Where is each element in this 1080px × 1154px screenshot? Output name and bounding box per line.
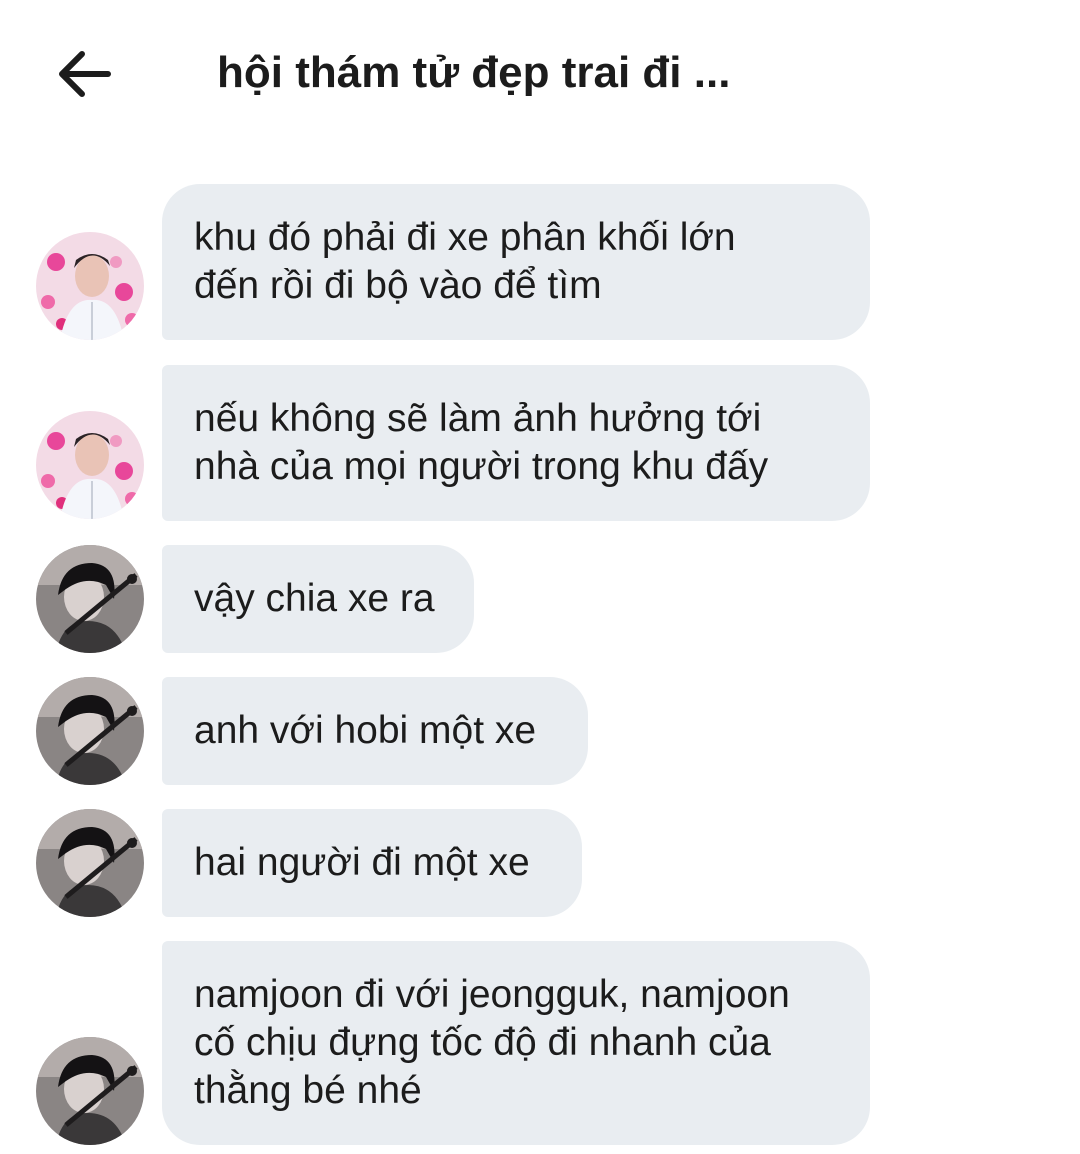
avatar[interactable] <box>36 1037 144 1145</box>
arrow-left-icon <box>59 51 111 97</box>
message-bubble[interactable]: nếu không sẽ làm ảnh hưởng tới nhà của m… <box>162 365 870 521</box>
avatar[interactable] <box>36 411 144 519</box>
message-bubble[interactable]: hai người đi một xe <box>162 809 582 917</box>
avatar[interactable] <box>36 545 144 653</box>
message-bubble[interactable]: anh với hobi một xe <box>162 677 588 785</box>
avatar[interactable] <box>36 232 144 340</box>
message-bubble[interactable]: namjoon đi với jeongguk, namjoon cố chịu… <box>162 941 870 1145</box>
message-row: namjoon đi với jeongguk, namjoon cố chịu… <box>0 941 1080 1145</box>
chat-title: hội thám tử đẹp trai đi ... <box>217 48 731 97</box>
avatar[interactable] <box>36 677 144 785</box>
message-row: anh với hobi một xe <box>0 677 1080 785</box>
message-row: nếu không sẽ làm ảnh hưởng tới nhà của m… <box>0 365 1080 521</box>
message-bubble[interactable]: khu đó phải đi xe phân khối lớn đến rồi … <box>162 184 870 340</box>
back-button[interactable] <box>52 44 116 104</box>
chat-header: hội thám tử đẹp trai đi ... <box>0 0 1080 150</box>
avatar[interactable] <box>36 809 144 917</box>
message-bubble[interactable]: vậy chia xe ra <box>162 545 474 653</box>
message-row: khu đó phải đi xe phân khối lớn đến rồi … <box>0 184 1080 340</box>
message-row: vậy chia xe ra <box>0 545 1080 653</box>
message-row: hai người đi một xe <box>0 809 1080 917</box>
